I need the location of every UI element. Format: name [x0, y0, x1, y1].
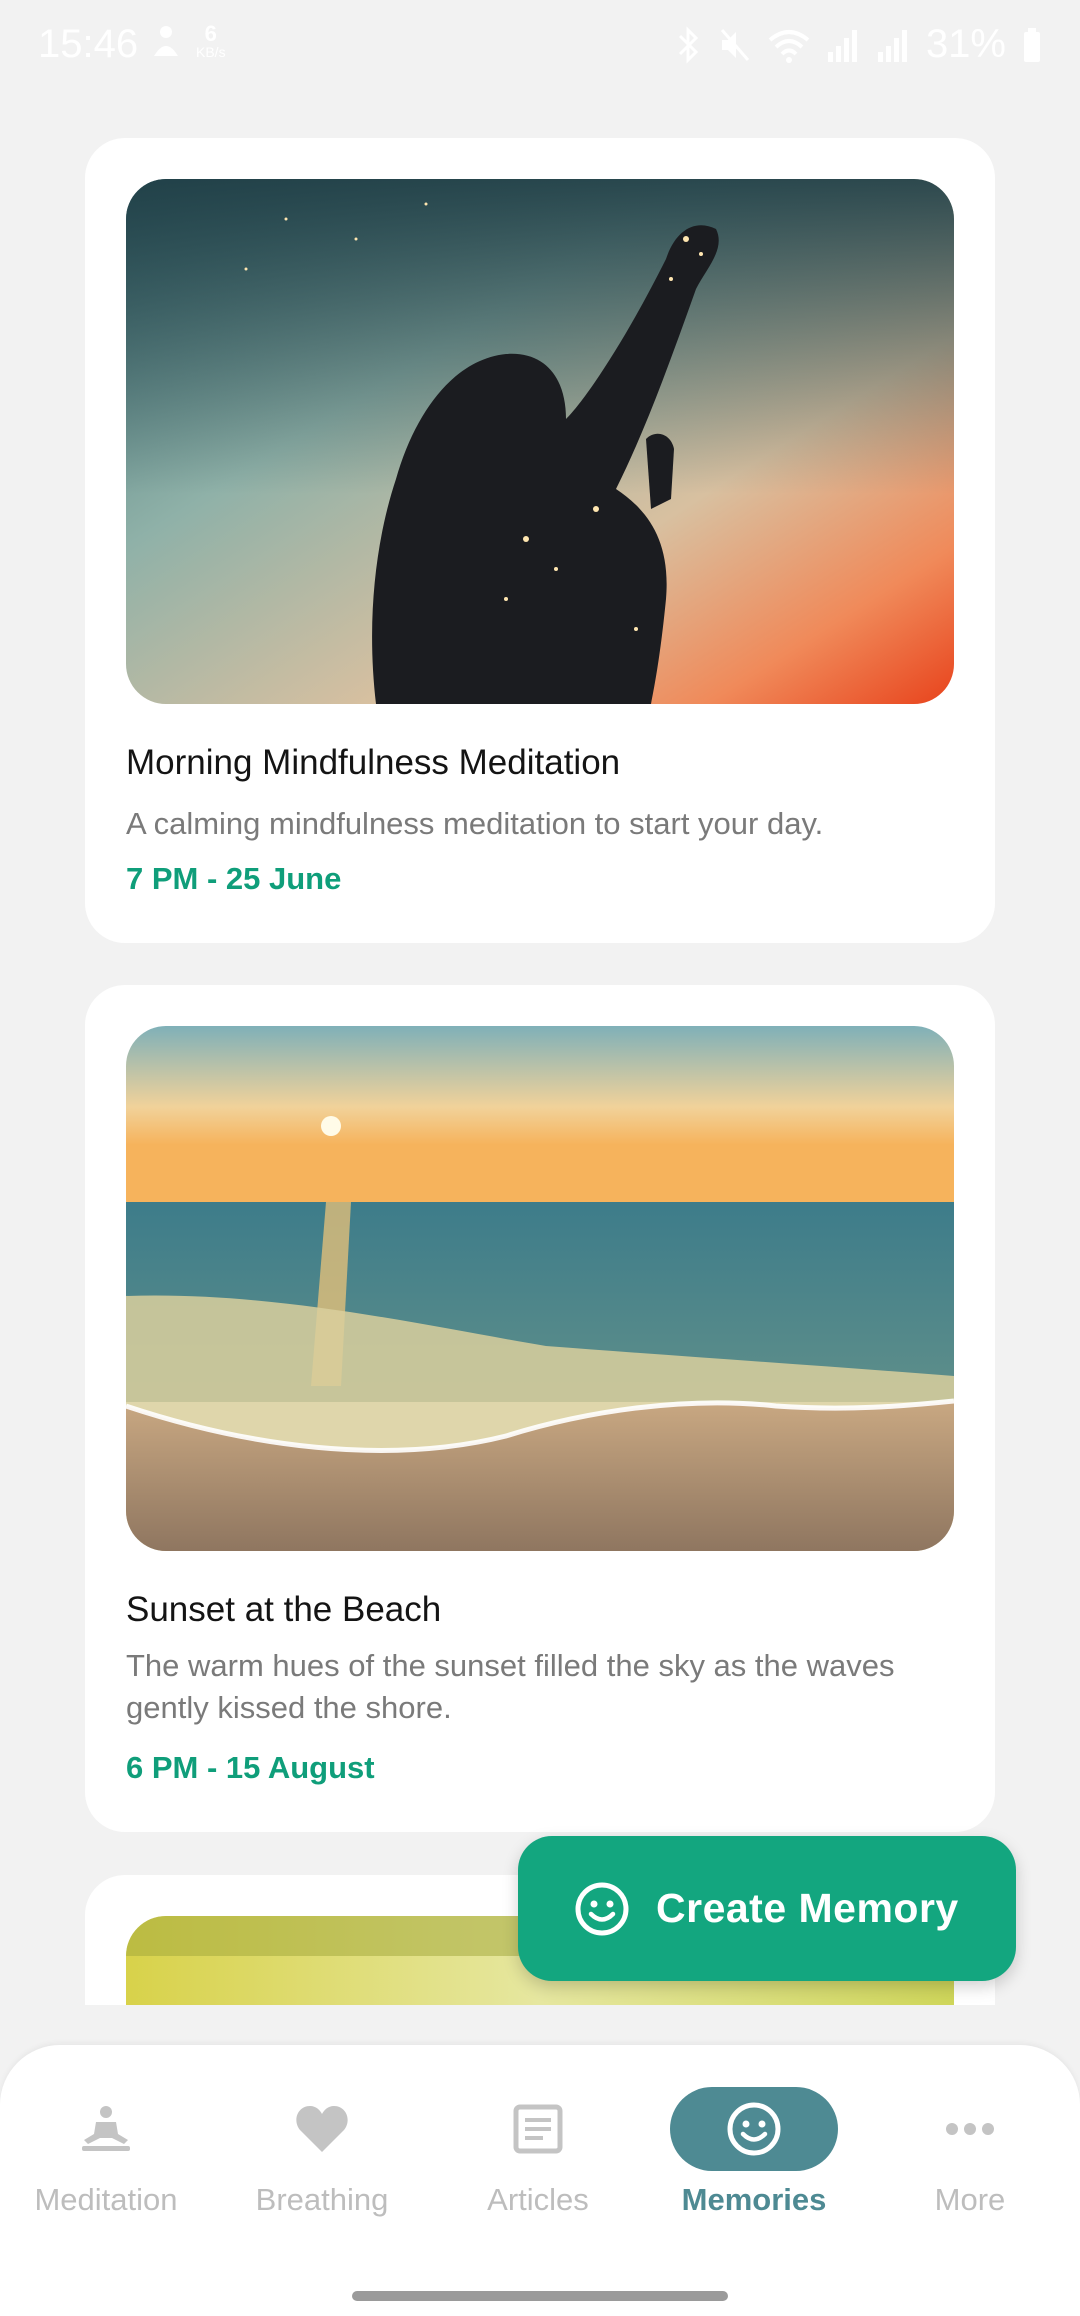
nav-item-meditation[interactable]: Meditation — [6, 2087, 206, 2227]
memory-date: 6 PM - 15 August — [126, 1750, 375, 1785]
memory-date: 7 PM - 25 June — [126, 861, 342, 896]
memory-description: A calming mindfulness meditation to star… — [126, 806, 824, 841]
nav-label: Articles — [487, 2182, 589, 2217]
more-icon — [886, 2087, 1054, 2171]
bottom-navigation: Meditation Breathing Articles Memories M… — [0, 2045, 1080, 2316]
mute-icon — [718, 26, 752, 64]
nav-label: More — [934, 2182, 1006, 2217]
nav-label: Breathing — [255, 2182, 389, 2217]
memory-title: Morning Mindfulness Meditation — [126, 743, 621, 782]
home-indicator[interactable] — [352, 2291, 728, 2301]
status-bar: 15:46 6 KB/s 31% — [0, 0, 1080, 96]
create-memory-button[interactable]: Create Memory — [518, 1836, 1016, 1981]
notification-icon — [150, 22, 182, 60]
memory-card[interactable]: Morning Mindfulness Meditation A calming… — [85, 138, 995, 943]
signal-icon — [876, 26, 910, 64]
memory-title: Sunset at the Beach — [126, 1590, 442, 1629]
battery-icon — [1022, 26, 1042, 64]
smiley-icon — [670, 2087, 838, 2171]
signal-icon — [826, 26, 860, 64]
meditation-icon — [22, 2087, 190, 2171]
memory-description: The warm hues of the sunset filled the s… — [126, 1648, 895, 1725]
memory-image — [126, 1026, 954, 1551]
nav-item-memories[interactable]: Memories — [654, 2087, 854, 2227]
create-memory-label: Create Memory — [656, 1885, 959, 1931]
nav-label: Memories — [681, 2182, 827, 2217]
status-time: 15:46 — [38, 22, 139, 66]
memory-image — [126, 179, 954, 704]
nav-item-more[interactable]: More — [870, 2087, 1070, 2227]
article-icon — [454, 2087, 622, 2171]
wifi-icon — [768, 26, 810, 64]
nav-item-articles[interactable]: Articles — [438, 2087, 638, 2227]
nav-item-breathing[interactable]: Breathing — [222, 2087, 422, 2227]
nav-label: Meditation — [34, 2182, 178, 2217]
heart-icon — [238, 2087, 406, 2171]
battery-percent: 31% — [925, 22, 1006, 66]
bluetooth-icon — [676, 25, 702, 64]
net-speed: 6 KB/s — [196, 21, 226, 60]
smiley-icon — [575, 1882, 629, 1935]
memory-card[interactable]: Sunset at the Beach The warm hues of the… — [85, 985, 995, 1832]
